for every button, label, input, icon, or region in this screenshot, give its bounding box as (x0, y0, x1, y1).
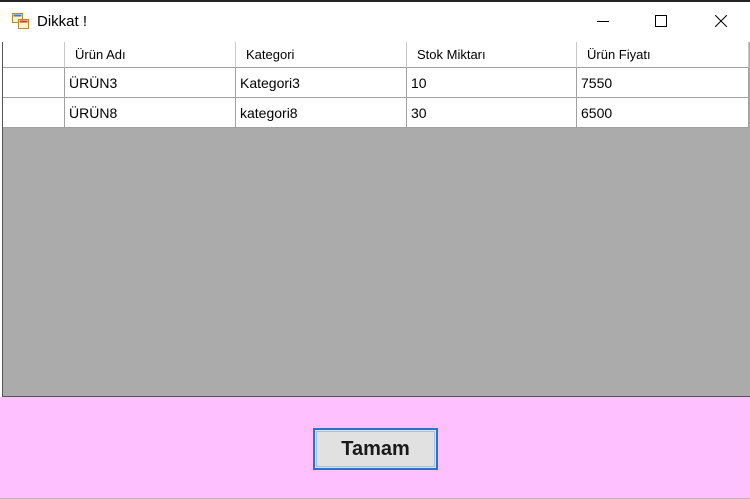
maximize-icon (655, 14, 667, 32)
cell-urun-adi[interactable]: ÜRÜN3 (65, 68, 236, 98)
ok-button[interactable]: Tamam (313, 428, 438, 470)
column-header-stok-miktari[interactable]: Stok Miktarı (407, 42, 577, 68)
table-row[interactable]: ÜRÜN8 kategori8 30 6500 (3, 98, 749, 128)
cell-kategori[interactable]: kategori8 (236, 98, 407, 128)
column-header-kategori[interactable]: Kategori (236, 42, 407, 68)
row-header-corner[interactable] (3, 42, 65, 68)
row-header[interactable] (3, 98, 65, 128)
column-header-urun-adi[interactable]: Ürün Adı (65, 42, 236, 68)
cell-stok-miktari[interactable]: 10 (407, 68, 577, 98)
products-data-grid[interactable]: Ürün Adı Kategori Stok Miktarı Ürün Fiya… (2, 42, 750, 397)
cell-stok-miktari[interactable]: 30 (407, 98, 577, 128)
app-window-icon (12, 13, 29, 29)
column-header-urun-fiyati[interactable]: Ürün Fiyatı (577, 42, 749, 68)
table-row[interactable]: ÜRÜN3 Kategori3 10 7550 (3, 68, 749, 98)
grid-header-row: Ürün Adı Kategori Stok Miktarı Ürün Fiya… (3, 42, 749, 68)
button-panel: Tamam (0, 397, 750, 499)
close-button[interactable] (692, 4, 750, 42)
title-bar[interactable]: Dikkat ! (0, 0, 750, 42)
dialog-window: Dikkat ! Ürün Adı Kategori Stok Miktarı … (0, 0, 750, 499)
window-title: Dikkat ! (37, 13, 88, 30)
minimize-icon (597, 14, 609, 32)
close-icon (714, 14, 728, 32)
minimize-button[interactable] (574, 4, 632, 42)
cell-urun-fiyati[interactable]: 6500 (577, 98, 749, 128)
cell-urun-adi[interactable]: ÜRÜN8 (65, 98, 236, 128)
cell-urun-fiyati[interactable]: 7550 (577, 68, 749, 98)
maximize-button[interactable] (632, 4, 690, 42)
cell-kategori[interactable]: Kategori3 (236, 68, 407, 98)
row-header[interactable] (3, 68, 65, 98)
